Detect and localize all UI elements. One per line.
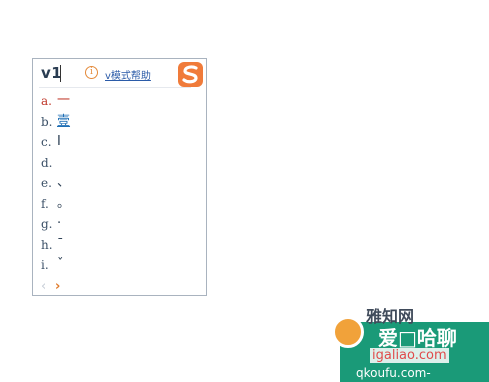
candidate-text: ˉ <box>57 236 64 252</box>
watermark-line3: igaliao.com <box>370 348 449 363</box>
candidate-text: 。 <box>57 195 71 211</box>
candidate-text: Ⅰ <box>57 134 61 149</box>
watermark-line2: 爱□哈聊 <box>378 326 457 350</box>
candidate-key: i. <box>41 258 49 272</box>
screenshot-stage: v1 i v模式帮助 a. 一 b. 壹 c. Ⅰ d. e. 、 f. 。 g.… <box>0 0 489 382</box>
ime-header: v1 i v模式帮助 <box>33 59 206 87</box>
candidate-text: 、 <box>57 175 71 190</box>
candidate-text: 一 <box>57 93 71 108</box>
prev-page-icon[interactable]: ‹ <box>41 279 55 295</box>
candidate-key: a. <box>41 94 52 108</box>
candidate-item[interactable]: e. 、 <box>41 173 201 194</box>
candidate-item[interactable]: i. ˇ <box>41 255 201 276</box>
candidate-key: e. <box>41 176 52 190</box>
watermark-logo-icon <box>332 316 364 348</box>
candidate-item[interactable]: f. 。 <box>41 194 201 215</box>
info-icon[interactable]: i <box>85 66 98 79</box>
next-page-icon[interactable]: › <box>55 279 69 295</box>
candidate-item[interactable]: a. 一 <box>41 91 201 112</box>
candidate-text: 壹 <box>57 113 71 129</box>
ime-candidate-window[interactable]: v1 i v模式帮助 a. 一 b. 壹 c. Ⅰ d. e. 、 f. 。 g.… <box>32 58 207 296</box>
header-divider <box>39 87 191 88</box>
candidate-key: b. <box>41 114 53 129</box>
candidate-item[interactable]: g. · <box>41 214 201 235</box>
candidate-key: h. <box>41 237 53 252</box>
watermark-line4: qkoufu.com- <box>356 366 431 380</box>
candidate-text: · <box>57 216 62 231</box>
candidate-text: ˇ <box>57 257 64 272</box>
sogou-s-logo-icon <box>178 62 203 87</box>
candidate-key: c. <box>41 135 52 149</box>
candidate-key: g. <box>41 217 53 231</box>
candidate-item[interactable]: c. Ⅰ <box>41 132 201 153</box>
candidate-item[interactable]: b. 壹 <box>41 112 201 133</box>
candidate-key: d. <box>41 155 53 170</box>
candidate-list: a. 一 b. 壹 c. Ⅰ d. e. 、 f. 。 g. · h. ˉ i. ˇ <box>41 91 201 276</box>
candidate-item[interactable]: d. <box>41 153 201 174</box>
v-mode-help-link[interactable]: v模式帮助 <box>105 67 151 82</box>
candidate-item[interactable]: h. ˉ <box>41 235 201 256</box>
candidate-pager: ‹ › <box>41 275 69 294</box>
candidate-key: f. <box>41 196 49 211</box>
text-caret <box>60 65 61 82</box>
site-watermark: 雅知网 爱□哈聊 igaliao.com qkoufu.com- <box>326 300 489 382</box>
